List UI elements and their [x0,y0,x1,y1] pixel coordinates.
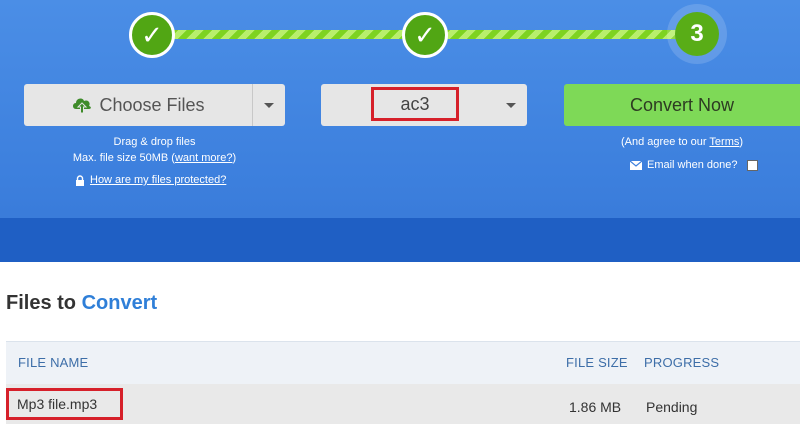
step-2-check-icon: ✓ [402,12,448,58]
protected-row: How are my files protected? [75,174,226,186]
file-size-cell: 1.86 MB [569,399,622,415]
files-table-header: FILE NAME FILE SIZE PROGRESS [6,341,800,384]
hero-bottom-band [0,218,800,262]
max-size-text: Max. file size 50MB (want more?) [24,150,285,166]
max-size-suffix: ) [232,152,237,164]
cloud-upload-icon [73,98,92,114]
format-select[interactable]: ac3 [321,84,527,126]
files-to-convert-heading: Files to Convert [6,292,157,315]
agree-suffix: ) [739,136,744,148]
max-size-prefix: Max. file size 50MB ( [72,152,175,164]
files-protected-link[interactable]: How are my files protected? [90,174,226,186]
file-name-cell: Mp3 file.mp3 [17,396,98,412]
choose-files-button[interactable]: Choose Files [24,84,285,126]
format-selected-highlight: ac3 [371,87,459,121]
email-when-done-label: Email when done? [647,159,738,171]
drag-drop-text: Drag & drop files [113,136,196,148]
convert-now-button[interactable]: Convert Now [564,84,800,126]
step-1-check-icon: ✓ [129,12,175,58]
terms-link[interactable]: Terms [709,136,739,148]
upload-info: Drag & drop files Max. file size 50MB (w… [24,134,285,166]
hero-panel: ✓ ✓ 3 Choose Files ac3 Convert Now Drag … [0,0,800,262]
column-header-progress: PROGRESS [644,355,720,370]
chevron-down-icon [506,102,516,108]
envelope-icon [630,160,642,170]
want-more-link[interactable]: want more? [175,152,232,164]
file-name-highlight: Mp3 file.mp3 [6,388,123,420]
email-when-done-row: Email when done? [630,159,758,171]
progress-cell: Pending [646,399,698,415]
step-3-indicator: 3 [675,12,719,56]
format-dropdown-toggle[interactable] [495,84,527,126]
heading-plain: Files to [6,292,82,314]
agree-terms-text: (And agree to our Terms) [564,134,800,150]
chevron-down-icon [264,102,274,108]
column-header-file-name: FILE NAME [18,355,89,370]
choose-files-label: Choose Files [99,94,205,115]
choose-files-dropdown[interactable] [252,84,285,126]
format-selected-value: ac3 [400,93,430,114]
step-connector-1 [170,30,406,39]
agree-prefix: (And agree to our [620,136,710,148]
step-connector-2 [442,30,682,39]
format-select-main[interactable]: ac3 [321,84,495,126]
lock-icon [76,174,84,186]
email-when-done-checkbox[interactable] [746,159,758,171]
column-header-file-size: FILE SIZE [566,355,628,370]
heading-accent: Convert [81,292,158,314]
choose-files-main[interactable]: Choose Files [24,84,252,126]
table-row: Mp3 file.mp3 1.86 MB Pending [6,384,800,424]
